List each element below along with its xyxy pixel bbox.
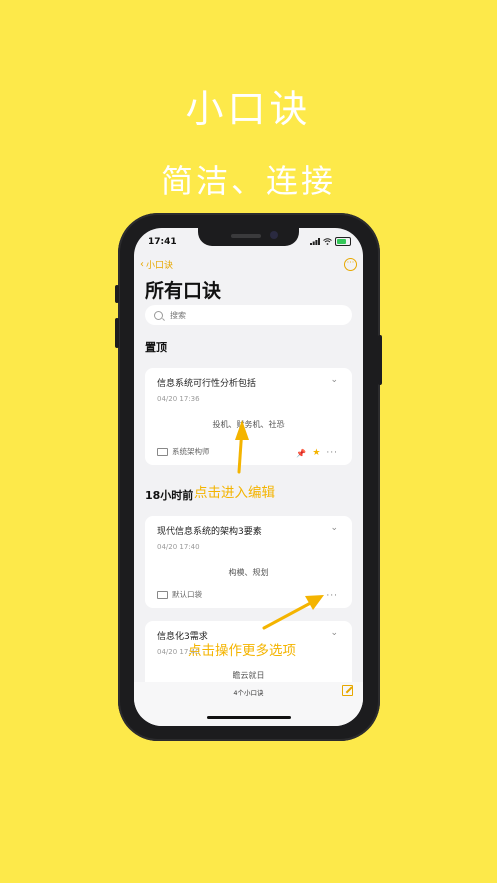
arrow-up xyxy=(235,420,249,474)
annotation-edit-hint: 点击进入编辑 xyxy=(194,485,275,501)
annotation-more-hint: 点击操作更多选项 xyxy=(188,643,296,659)
annotation-arrows xyxy=(235,420,324,630)
arrow-up-right xyxy=(262,595,324,630)
